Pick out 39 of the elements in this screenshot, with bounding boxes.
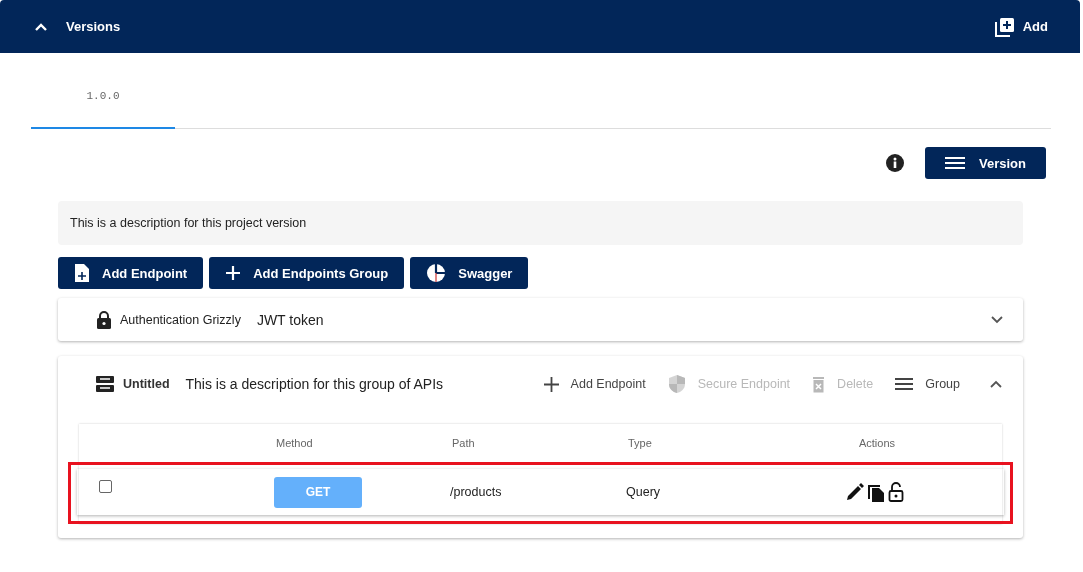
inbox-icon <box>95 375 115 393</box>
toolbar-button[interactable]: Add Endpoints Group <box>209 257 405 289</box>
group-description: This is a description for this group of APIs <box>185 376 445 392</box>
plus-icon <box>225 265 242 281</box>
pie-icon <box>426 263 447 283</box>
group-name: Untitled <box>123 377 170 391</box>
trash-icon <box>812 375 826 393</box>
shield-icon <box>667 374 686 394</box>
column-header: Type <box>627 437 653 449</box>
expand-icon[interactable] <box>991 315 1003 324</box>
description-box: This is a description for this project version <box>58 201 1023 245</box>
collapse-icon[interactable] <box>990 380 1002 388</box>
column-header: Actions <box>857 437 897 449</box>
add-copy-icon <box>994 16 1015 37</box>
version-button[interactable]: Version <box>925 147 1046 179</box>
auth-name: Authentication Grizzly <box>120 312 241 327</box>
chevron-icon[interactable] <box>34 21 48 32</box>
group-action[interactable]: Group <box>895 377 960 391</box>
group-action[interactable]: Add Endpoint <box>543 376 646 392</box>
column-header: Method <box>275 437 314 449</box>
copy-icon[interactable] <box>867 482 885 502</box>
section-title: Versions <box>66 19 122 34</box>
column-header: Path <box>451 437 476 449</box>
plus-icon <box>543 376 559 392</box>
version-tab[interactable]: 1.0.0 <box>31 74 175 129</box>
menu-icon <box>945 156 965 170</box>
auth-type: JWT token <box>256 311 325 328</box>
menu-icon <box>895 377 914 391</box>
file-plus-icon <box>74 263 90 283</box>
type-cell-text: Query <box>625 485 662 499</box>
toolbar-button[interactable]: Add Endpoint <box>58 257 204 289</box>
lock-icon <box>96 309 112 330</box>
path-cell-text: /products <box>449 485 503 499</box>
unlock-icon[interactable] <box>888 482 904 502</box>
edit-icon[interactable] <box>846 483 864 501</box>
toolbar-button[interactable]: Swagger <box>410 257 529 289</box>
add-button[interactable]: Add <box>994 16 1048 37</box>
row-checkbox[interactable] <box>99 479 112 493</box>
info-icon[interactable] <box>885 153 905 173</box>
